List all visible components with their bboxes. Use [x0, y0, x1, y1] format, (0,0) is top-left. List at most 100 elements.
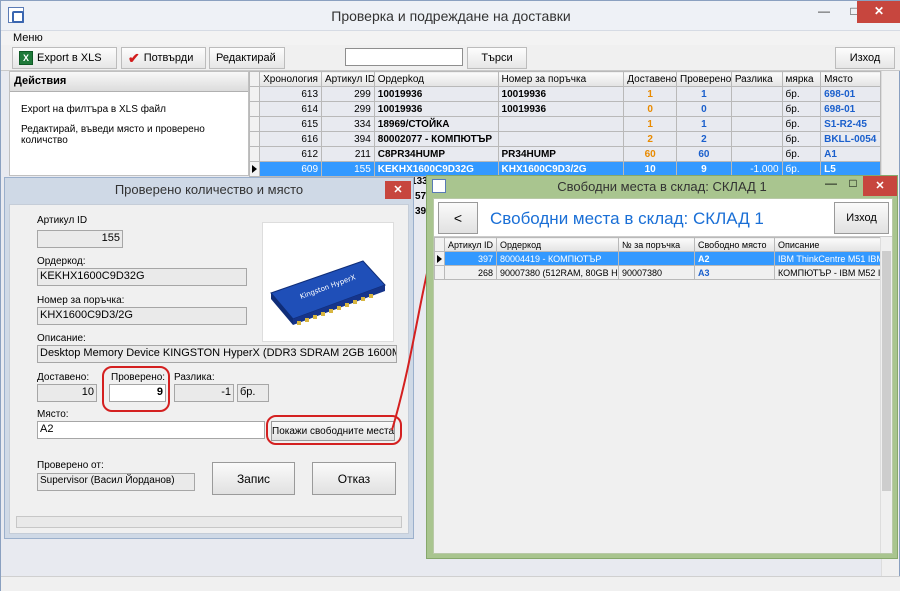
- cell-hist-id: 612: [259, 146, 323, 162]
- show-free-places-button[interactable]: Покажи свободните места: [271, 421, 395, 441]
- cell-free-place: A2: [694, 251, 775, 266]
- export-xls-button[interactable]: X Export в XLS: [12, 47, 117, 69]
- cell-checked: 1: [676, 116, 732, 132]
- dialog-close-button[interactable]: ✕: [385, 181, 411, 199]
- scrollbar-thumb[interactable]: [882, 251, 891, 491]
- confirm-button[interactable]: ✔ Потвърди: [121, 47, 206, 69]
- cell-article-id: 299: [321, 101, 375, 117]
- location-label: Място:: [37, 409, 69, 420]
- table-row[interactable]: 615 334 18969/СТОЙКА 1 1 бр. S1-R2-45: [248, 116, 881, 132]
- cell-order-number: PR34HUMP: [497, 146, 625, 162]
- cell-article-id: 334: [321, 116, 375, 132]
- row-selector[interactable]: [248, 161, 261, 177]
- table-row[interactable]: 612 211 C8PR34HUMP PR34HUMP 60 60 бр. A1: [248, 146, 881, 162]
- exit-button[interactable]: Изход: [835, 47, 895, 69]
- col-header[interactable]: Артикул ID: [444, 237, 497, 252]
- cancel-button[interactable]: Отказ: [312, 462, 396, 495]
- partial-cell: 39: [415, 206, 427, 217]
- col-header[interactable]: Описание: [774, 237, 881, 252]
- check-dialog: Проверено количество и място ✕ Артикул I…: [4, 177, 414, 539]
- cell-article-id: 394: [321, 131, 375, 147]
- menu-item[interactable]: Меню: [13, 32, 43, 44]
- cell-order-number: 10019936: [497, 86, 625, 102]
- search-button[interactable]: Търси: [467, 47, 527, 69]
- row-selector[interactable]: [248, 146, 261, 162]
- difference-label: Разлика:: [174, 372, 215, 383]
- row-selector[interactable]: [248, 131, 261, 147]
- close-button[interactable]: ✕: [863, 176, 897, 196]
- col-header[interactable]: Хронология ID: [259, 71, 323, 87]
- close-button[interactable]: ✕: [857, 1, 900, 23]
- cell-unit: бр.: [781, 116, 822, 132]
- cell-unit: бр.: [781, 86, 822, 102]
- checked-label: Проверено:: [111, 372, 166, 383]
- cell-ordercode: 18969/СТОЙКА: [373, 116, 499, 132]
- exit-button[interactable]: Изход: [834, 202, 889, 234]
- cell-checked: 60: [676, 146, 732, 162]
- table-row[interactable]: 268 90007380 (512RAM, 80GB HD 90007380 A…: [434, 265, 881, 280]
- difference-field: -1: [174, 384, 234, 402]
- back-button[interactable]: <: [438, 202, 478, 234]
- col-header[interactable]: Проверено: [676, 71, 732, 87]
- cell-article-id: 155: [321, 161, 375, 177]
- cell-hist-id: 609: [259, 161, 323, 177]
- search-label: Търси: [481, 52, 513, 64]
- row-selector[interactable]: [248, 86, 261, 102]
- location-input[interactable]: A2: [37, 421, 265, 439]
- minimize-button[interactable]: —: [819, 176, 843, 190]
- checked-input[interactable]: 9: [109, 384, 166, 402]
- table-row[interactable]: 614 299 10019936 10019936 0 0 бр. 698-01: [248, 101, 881, 117]
- row-selector[interactable]: [248, 101, 261, 117]
- action-export-filter[interactable]: Export на филтъра в XLS файл: [21, 104, 166, 115]
- col-header[interactable]: № за поръчка: [618, 237, 695, 252]
- cell-delivered: 1: [623, 116, 678, 132]
- table-row[interactable]: 616 394 80002077 - КОМПЮТЪР 2 2 бр. BKLL…: [248, 131, 881, 147]
- cell-unit: бр.: [781, 131, 822, 147]
- cell-checked: 1: [676, 86, 732, 102]
- toolbar: X Export в XLS ✔ Потвърди Редактирай Тър…: [1, 45, 900, 71]
- order-number-field: KHX1600C9D3/2G: [37, 307, 247, 325]
- ram-module-icon: Kingston HyperX: [270, 260, 386, 325]
- row-selector[interactable]: [434, 265, 445, 280]
- article-id-label: Артикул ID: [37, 215, 88, 226]
- col-header[interactable]: Доставено: [623, 71, 678, 87]
- col-header[interactable]: Ордеркод: [496, 237, 619, 252]
- row-selector[interactable]: [248, 116, 261, 132]
- col-header[interactable]: Място: [820, 71, 881, 87]
- col-header[interactable]: Разлика: [730, 71, 783, 87]
- excel-icon: X: [19, 51, 33, 65]
- table-row-selected[interactable]: 397 80004419 - КОМПЮТЪР A2 IBM ThinkCent…: [434, 251, 881, 266]
- cell-article-id: 299: [321, 86, 375, 102]
- cell-ordercode: 80002077 - КОМПЮТЪР: [373, 131, 499, 147]
- order-number-label: Номер за поръчка:: [37, 295, 125, 306]
- cell-ordercode: 90007380 (512RAM, 80GB HD: [496, 265, 619, 280]
- col-header[interactable]: Артикул ID: [321, 71, 375, 87]
- cell-ordercode: 80004419 - КОМПЮТЪР: [496, 251, 619, 266]
- table-row[interactable]: 613 299 10019936 10019936 1 1 бр. 698-01: [248, 86, 881, 102]
- cell-article-id: 211: [321, 146, 375, 162]
- confirm-label: Потвърди: [143, 52, 194, 64]
- col-header[interactable]: Свободно място: [694, 237, 775, 252]
- action-edit-location[interactable]: Редактирай, въведи място и проверено кол…: [21, 124, 248, 146]
- grid-header-row: Артикул ID Ордеркод № за поръчка Свободн…: [434, 237, 881, 252]
- unit-field: бр.: [237, 384, 269, 402]
- cell-checked: 0: [676, 101, 732, 117]
- check-dialog-title: Проверено количество и място: [114, 182, 304, 197]
- col-header[interactable]: Ордерkод: [373, 71, 499, 87]
- cell-delivered: 0: [623, 101, 678, 117]
- description-field: Desktop Memory Device KINGSTON HyperX (D…: [37, 345, 397, 363]
- save-button[interactable]: Запис: [212, 462, 295, 495]
- cell-description: КОМПЮТЪР - IBM M52 IBM: [774, 265, 881, 280]
- minimize-button[interactable]: —: [809, 1, 839, 23]
- row-selector[interactable]: [434, 251, 445, 266]
- window-title: Проверка и подреждане на доставки: [331, 8, 571, 24]
- col-header[interactable]: мярка: [781, 71, 822, 87]
- col-header[interactable]: Номер за поръчка: [497, 71, 625, 87]
- search-input[interactable]: [345, 48, 463, 66]
- grid-scrollbar[interactable]: [880, 237, 892, 553]
- product-image: Kingston HyperX: [262, 222, 394, 342]
- maximize-button[interactable]: □: [841, 176, 865, 190]
- delivered-label: Доставено:: [37, 372, 90, 383]
- cell-checked: 2: [676, 131, 732, 147]
- edit-button[interactable]: Редактирай: [209, 47, 285, 69]
